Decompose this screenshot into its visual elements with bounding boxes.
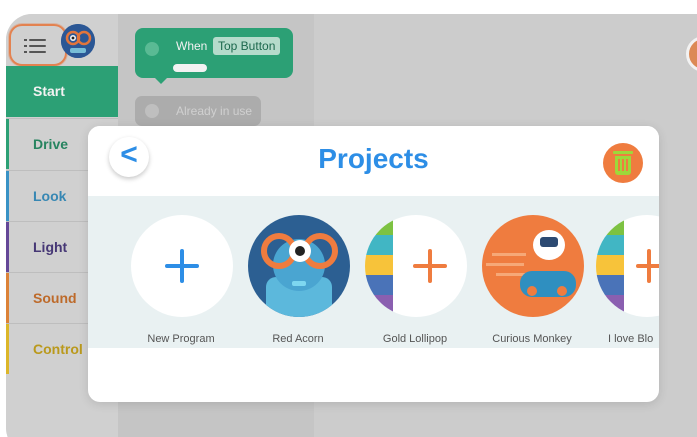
project-i-love-blocks[interactable]: I love Blo xyxy=(596,215,659,345)
project-gold-lollipop[interactable]: Gold Lollipop xyxy=(365,215,467,345)
plus-icon xyxy=(131,215,233,317)
robot-thumbnail-icon xyxy=(482,215,584,317)
project-label: New Program xyxy=(147,333,215,345)
project-curious-monkey[interactable]: Curious Monkey xyxy=(482,215,584,345)
project-label: I love Blo xyxy=(608,333,654,345)
project-label: Red Acorn xyxy=(272,333,324,345)
project-label: Gold Lollipop xyxy=(382,333,448,345)
project-new-program[interactable]: New Program xyxy=(131,215,233,345)
projects-carousel[interactable]: New Program Red Acorn Gold Lollipop Curi… xyxy=(88,196,659,348)
trash-button[interactable] xyxy=(603,143,643,183)
robot-thumbnail-icon xyxy=(248,215,350,317)
plus-icon xyxy=(365,215,467,317)
plus-icon xyxy=(596,215,659,317)
app-window: Start Drive Look Light Sound Control Whe… xyxy=(0,0,697,437)
project-red-acorn[interactable]: Red Acorn xyxy=(248,215,350,345)
project-label: Curious Monkey xyxy=(492,333,572,345)
projects-dialog: < Projects New Program Red Acorn Gold Lo… xyxy=(88,126,659,402)
dialog-title: Projects xyxy=(318,143,429,174)
dialog-header: < Projects xyxy=(88,126,659,196)
